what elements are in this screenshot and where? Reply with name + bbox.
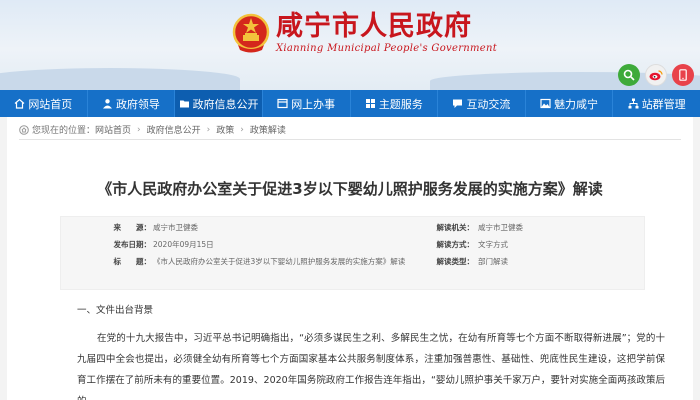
skyline-decoration	[0, 68, 240, 90]
nav-item-label: 政府领导	[115, 97, 160, 111]
meta-org-value: 咸宁市卫健委	[478, 222, 523, 232]
nav-item-info-disclosure[interactable]: 政府信息公开	[175, 90, 263, 117]
breadcrumb-separator: ›	[206, 124, 211, 135]
grid-icon	[365, 99, 375, 108]
breadcrumb-policy-interpretation[interactable]: 政策解读	[250, 123, 286, 136]
article-title: 《市人民政府办公室关于促进3岁以下婴幼儿照护服务发展的实施方案》解读	[97, 180, 603, 198]
nav-item-home[interactable]: 网站首页	[0, 90, 88, 117]
meta-source-value: 咸宁市卫健委	[153, 222, 198, 232]
nav-item-label: 站群管理	[641, 97, 686, 111]
breadcrumb-divider	[19, 139, 681, 140]
mobile-icon[interactable]	[672, 64, 694, 86]
article-paragraph: 在党的十九大报告中，习近平总书记明确指出，“必须多谋民生之利、多解民生之忧，在幼…	[77, 333, 665, 400]
nav-item-site-group[interactable]: 站群管理	[613, 90, 700, 117]
meta-type-label: 解读类型：	[436, 256, 475, 266]
nav-item-theme-services[interactable]: 主题服务	[351, 90, 439, 117]
meta-type-value: 部门解读	[478, 256, 508, 266]
nav-item-label: 主题服务	[378, 97, 423, 111]
sitemap-icon	[628, 98, 639, 109]
folder-icon	[179, 100, 189, 108]
breadcrumb: 您现在的位置： 网站首页 › 政府信息公开 › 政策 › 政策解读	[19, 123, 286, 136]
meta-row: 发布日期： 2020年09月15日 解读方式： 文字方式	[61, 237, 644, 251]
nav-item-interaction[interactable]: 互动交流	[438, 90, 526, 117]
meta-row: 来 源： 咸宁市卫健委 解读机关： 咸宁市卫健委	[61, 220, 644, 234]
location-home-icon	[19, 124, 29, 135]
meta-title-value: 《市人民政府办公室关于促进3岁以下婴幼儿照护服务发展的实施方案》解读	[153, 256, 406, 266]
weibo-icon[interactable]	[645, 64, 667, 86]
home-icon	[14, 98, 25, 109]
header-tools	[618, 64, 694, 86]
chat-icon	[453, 99, 463, 108]
nav-item-online-services[interactable]: 网上办事	[263, 90, 351, 117]
meta-date-value: 2020年09月15日	[153, 239, 214, 249]
meta-org-label: 解读机关：	[436, 222, 475, 232]
meta-row: 标 题： 《市人民政府办公室关于促进3岁以下婴幼儿照护服务发展的实施方案》解读 …	[61, 254, 644, 268]
meta-method-label: 解读方式：	[436, 239, 475, 249]
photo-icon	[540, 98, 551, 109]
breadcrumb-separator: ›	[240, 124, 244, 135]
national-emblem-icon	[232, 13, 270, 53]
nav-item-label: 互动交流	[466, 97, 511, 111]
window-icon	[277, 98, 288, 109]
nav-item-leaders[interactable]: 政府领导	[88, 90, 176, 117]
nav-item-label: 网上办事	[291, 97, 336, 111]
meta-source-label: 来 源：	[113, 222, 152, 232]
nav-item-label: 网站首页	[28, 97, 73, 111]
breadcrumb-home[interactable]: 网站首页	[95, 123, 131, 136]
search-icon[interactable]	[618, 64, 640, 86]
section-heading: 一、文件出台背景	[77, 305, 154, 316]
meta-title-label: 标 题：	[113, 256, 152, 266]
breadcrumb-prefix: 您现在的位置：	[32, 126, 96, 136]
main-content: 您现在的位置： 网站首页 › 政府信息公开 › 政策 › 政策解读 《市人民政府…	[7, 117, 693, 400]
nav-item-label: 魅力咸宁	[554, 97, 599, 111]
article-body: 一、文件出台背景 在党的十九大报告中，习近平总书记明确指出，“必须多谋民生之利、…	[77, 302, 665, 400]
meta-method-value: 文字方式	[478, 239, 508, 249]
nav-item-charm-xianning[interactable]: 魅力咸宁	[526, 90, 614, 117]
nav-item-label: 政府信息公开	[192, 97, 259, 111]
breadcrumb-separator: ›	[137, 124, 141, 135]
people-icon	[102, 99, 112, 109]
site-header: 咸宁市人民政府 Xianning Municipal People's Gove…	[0, 0, 700, 90]
article-meta-box: 来 源： 咸宁市卫健委 解读机关： 咸宁市卫健委 发布日期： 2020年09月1…	[60, 216, 645, 290]
breadcrumb-policy[interactable]: 政策	[216, 123, 234, 136]
site-brand[interactable]: 咸宁市人民政府 Xianning Municipal People's Gove…	[232, 12, 497, 54]
meta-date-label: 发布日期：	[113, 239, 152, 249]
main-nav: 网站首页 政府领导 政府信息公开 网上办事 主题服务 互动交流 魅力咸宁 站群管…	[0, 90, 700, 117]
site-title: 咸宁市人民政府	[276, 11, 472, 42]
site-title-english: Xianning Municipal People's Government	[276, 43, 498, 54]
breadcrumb-info-disclosure[interactable]: 政府信息公开	[147, 123, 201, 136]
